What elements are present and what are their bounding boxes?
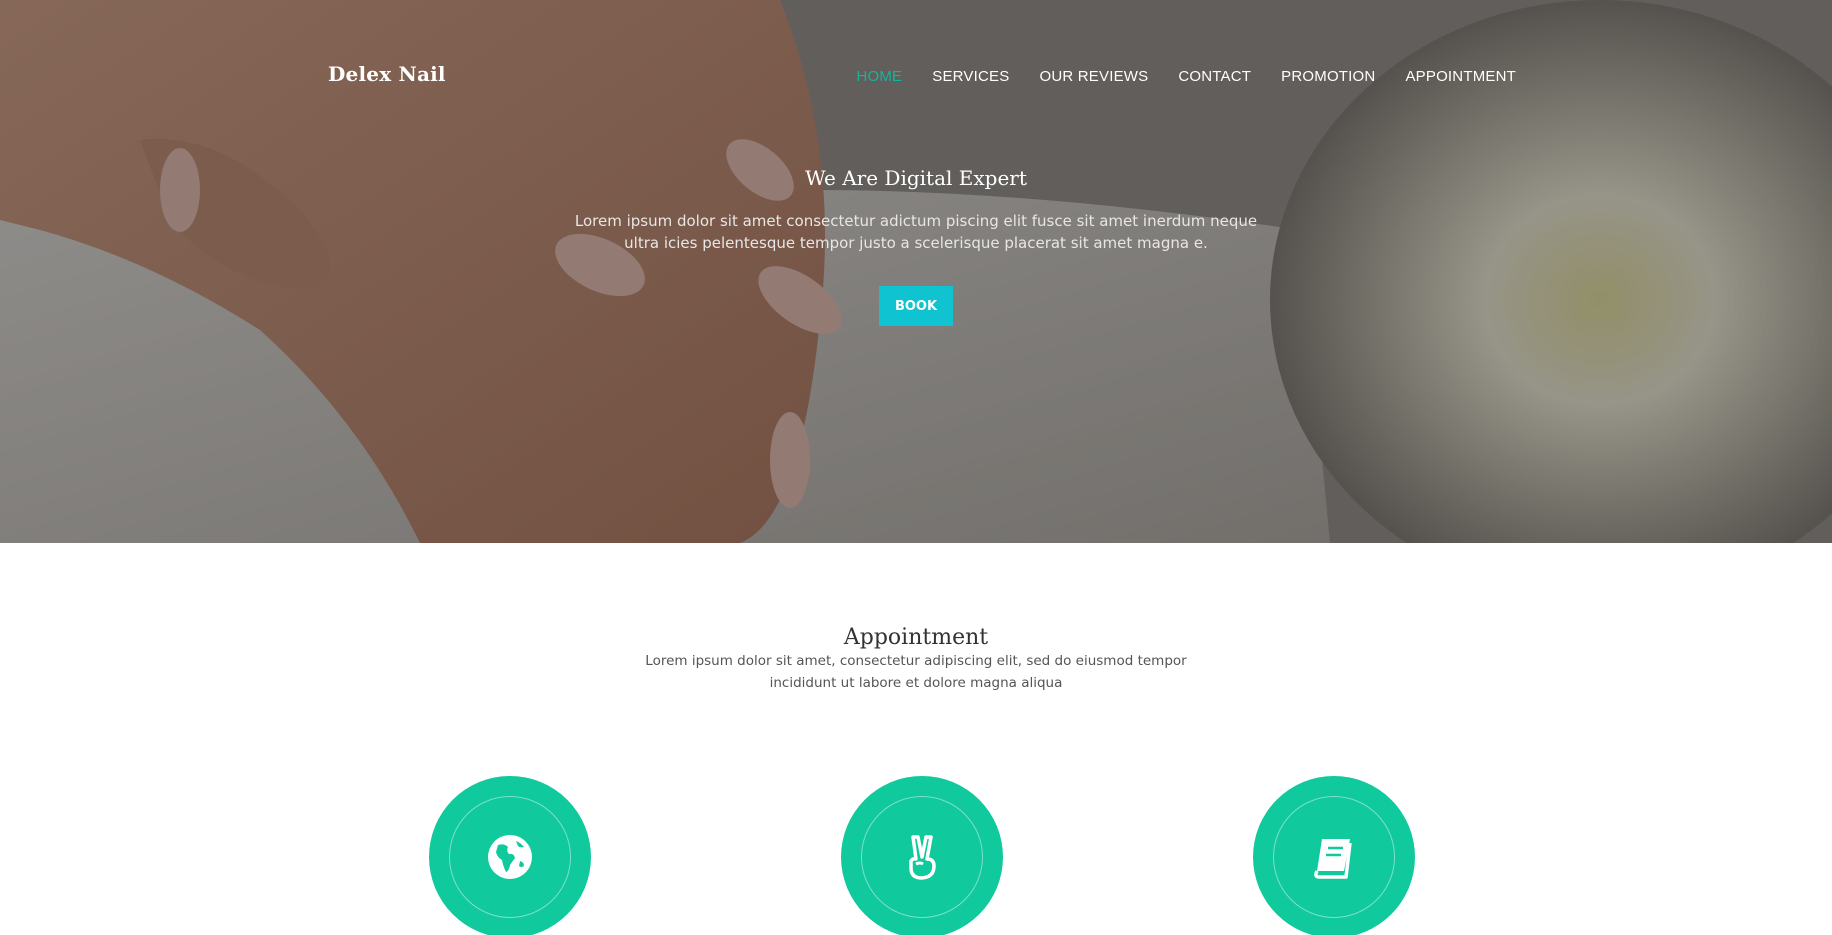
hero-section: Delex Nail HOME SERVICES OUR REVIEWS CON…	[0, 0, 1832, 543]
hero-title: We Are Digital Expert	[805, 166, 1027, 190]
nav-item-reviews: OUR REVIEWS	[1039, 68, 1148, 86]
globe-icon	[488, 835, 532, 879]
hero-content: We Are Digital Expert Lorem ipsum dolor …	[0, 166, 1832, 326]
book-icon	[1314, 839, 1352, 879]
nav-link-appointment[interactable]: APPOINTMENT	[1405, 68, 1516, 85]
main-navbar: Delex Nail HOME SERVICES OUR REVIEWS CON…	[0, 0, 1832, 155]
nav-item-services: SERVICES	[932, 68, 1009, 86]
book-button[interactable]: BOOK	[879, 286, 953, 326]
nav-link-services[interactable]: SERVICES	[932, 68, 1009, 85]
nav-link-home[interactable]: HOME	[856, 68, 902, 85]
nav-item-appointment: APPOINTMENT	[1405, 68, 1516, 86]
nav-item-promotion: PROMOTION	[1281, 68, 1375, 86]
appointment-description: Lorem ipsum dolor sit amet, consectetur …	[645, 653, 1187, 691]
appointment-section: Appointment Lorem ipsum dolor sit amet, …	[0, 543, 1832, 935]
feature-circle-peace	[841, 776, 1003, 935]
nav-menu: HOME SERVICES OUR REVIEWS CONTACT PROMOT…	[826, 68, 1516, 86]
nav-link-contact[interactable]: CONTACT	[1178, 68, 1251, 85]
feature-circle-globe	[429, 776, 591, 935]
nav-item-home: HOME	[856, 68, 902, 86]
peace-hand-icon	[909, 835, 936, 880]
nav-item-contact: CONTACT	[1178, 68, 1251, 86]
hero-description: Lorem ipsum dolor sit amet consectetur a…	[574, 212, 1258, 252]
feature-circle-book	[1253, 776, 1415, 935]
appointment-title: Appointment	[843, 625, 989, 650]
nav-link-promotion[interactable]: PROMOTION	[1281, 68, 1375, 85]
nav-link-reviews[interactable]: OUR REVIEWS	[1039, 68, 1148, 85]
site-logo[interactable]: Delex Nail	[328, 62, 446, 86]
